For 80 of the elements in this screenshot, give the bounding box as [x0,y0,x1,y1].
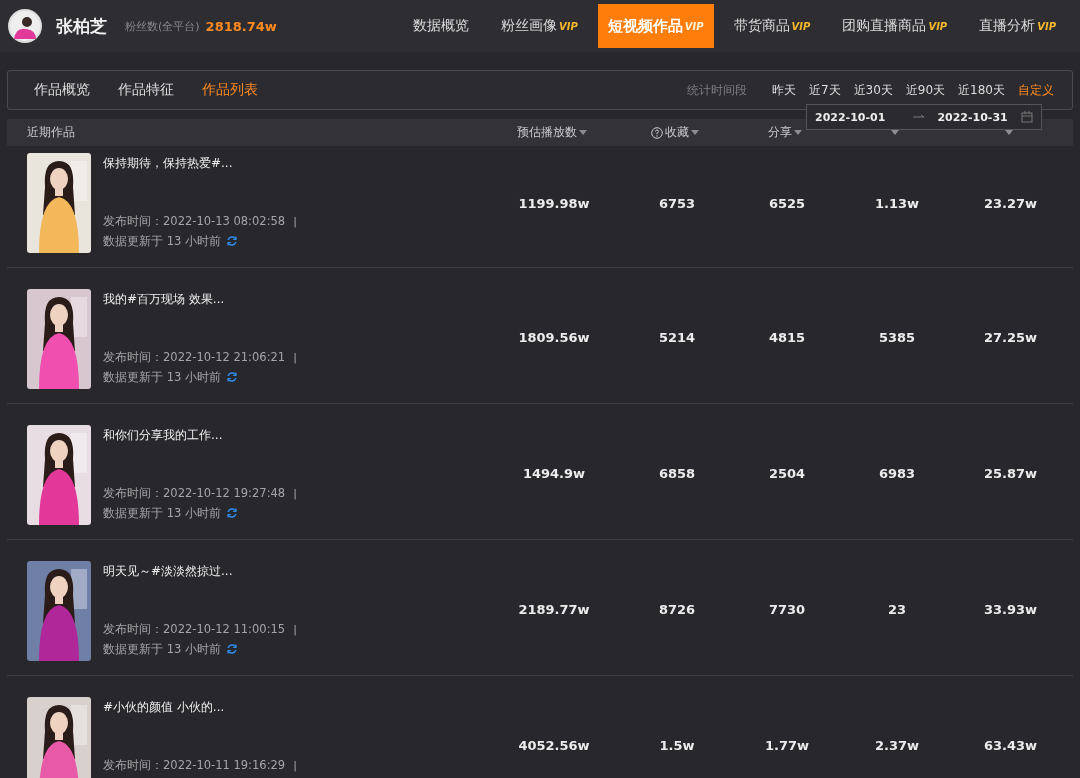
update-note: 数据更新于 13 小时前 [103,641,221,657]
column-header[interactable]: 分享 [768,124,792,141]
table-cell: 4815 [768,330,806,345]
sub-tab[interactable]: 作品概览 [34,81,90,99]
column-header[interactable]: 预估播放数 [517,124,577,141]
sub-tab[interactable]: 作品列表 [202,81,258,99]
refresh-icon[interactable] [225,643,238,655]
period-option[interactable]: 近90天 [905,81,946,99]
column-header[interactable]: 收藏 [665,124,689,141]
table-cell: 7730 [768,602,806,617]
table-cell: 2.37w [874,738,920,753]
table-cell: 25.87w [983,466,1038,481]
period-label: 统计时间段 [686,81,747,99]
refresh-icon[interactable] [225,235,238,247]
table-cell: 8726 [658,602,696,617]
period-option[interactable]: 近30天 [853,81,893,99]
table-cell: 1494.9w [522,466,586,481]
table-cell: 5385 [878,330,916,345]
separator: | [293,759,297,772]
publish-time: 发布时间：2022-10-11 19:16:29 [103,757,286,773]
separator: | [293,215,297,228]
help-icon[interactable] [651,126,663,139]
video-title[interactable]: 保持期待，保持热爱#... [103,155,297,171]
video-title[interactable]: 我的#百万现场 效果... [103,291,297,307]
table-cell: 6753 [658,196,696,211]
table-cell: 1.5w [659,738,695,753]
separator: | [293,487,297,500]
publish-time: 发布时间：2022-10-12 19:27:48 [103,485,286,501]
column-header: 近期作品 [27,124,75,141]
video-title[interactable]: #小伙的颜值 小伙的... [103,699,297,715]
date-range-picker[interactable]: 2022-10-01 2022-10-31 [806,104,1042,130]
fans-count: 2818.74w [205,18,277,34]
start-date: 2022-10-01 [815,110,886,124]
table-cell: 63.43w [983,738,1038,753]
sort-caret-icon[interactable] [794,129,802,136]
publish-time: 发布时间：2022-10-12 11:00:15 [103,621,286,637]
sort-caret-icon[interactable] [579,129,587,136]
table-cell: 6858 [658,466,696,481]
separator: | [293,623,297,636]
table-cell: 27.25w [983,330,1038,345]
table-cell: 1199.98w [518,196,590,211]
nav-tab[interactable]: 带货商品 VIP [721,0,823,52]
period-option[interactable]: 昨天 [771,81,796,99]
calendar-icon [1021,111,1033,123]
table-cell: 2504 [768,466,806,481]
table-cell: 2189.77w [518,602,590,617]
update-note: 数据更新于 13 小时前 [103,505,221,521]
nav-tab[interactable]: 粉丝画像 VIP [489,0,590,52]
arrow-icon [913,114,926,120]
fans-label: 粉丝数(全平台) [125,18,200,34]
period-option[interactable]: 近7天 [808,81,841,99]
table-cell: 6983 [878,466,916,481]
nav-tab[interactable]: 团购直播商品 VIP [830,0,960,52]
table-cell: 23.27w [983,196,1038,211]
table-cell: 6525 [768,196,806,211]
end-date: 2022-10-31 [937,110,1008,124]
table-cell: 1.13w [874,196,920,211]
sort-caret-icon[interactable] [691,129,699,136]
table-cell: 5214 [658,330,696,345]
table-cell: 33.93w [983,602,1038,617]
update-note: 数据更新于 13 小时前 [103,369,221,385]
table-cell: 4052.56w [518,738,590,753]
publish-time: 发布时间：2022-10-12 21:06:21 [103,349,286,365]
nav-tab[interactable]: 数据概览 [401,0,481,52]
table-cell: 23 [887,602,907,617]
separator: | [293,351,297,364]
nav-tab[interactable]: 直播分析 VIP [967,0,1068,52]
avatar [8,9,42,43]
video-title[interactable]: 明天见～#淡淡然掠过... [103,563,297,579]
period-option[interactable]: 自定义 [1018,81,1054,99]
table-cell: 1.77w [764,738,810,753]
publish-time: 发布时间：2022-10-13 08:02:58 [103,213,286,229]
update-note: 数据更新于 13 小时前 [103,233,221,249]
refresh-icon[interactable] [225,507,238,519]
sub-tab[interactable]: 作品特征 [118,81,174,99]
refresh-icon[interactable] [225,371,238,383]
video-title[interactable]: 和你们分享我的工作... [103,427,297,443]
period-option[interactable]: 近180天 [958,81,1005,99]
table-cell: 1809.56w [518,330,590,345]
profile-name: 张柏芝 [56,14,107,38]
